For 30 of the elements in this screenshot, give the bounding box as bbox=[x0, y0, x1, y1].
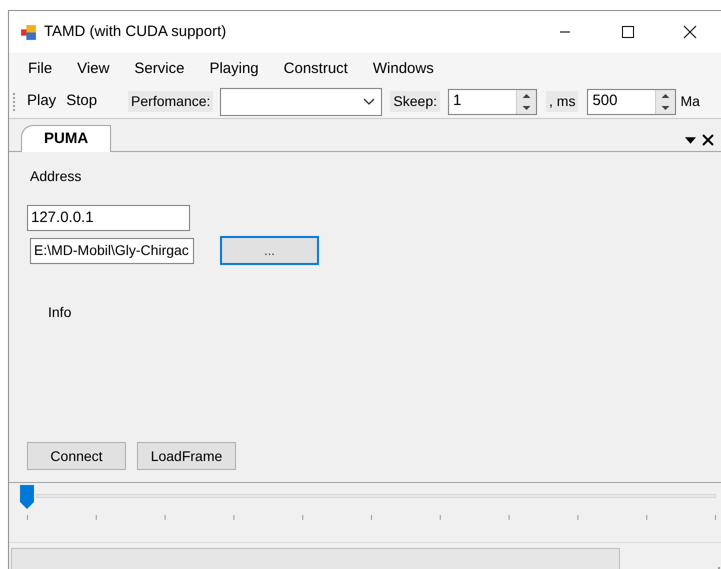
menu-item[interactable]: Windows bbox=[366, 58, 441, 80]
toolbar-button[interactable]: Stop bbox=[63, 90, 100, 113]
address-field[interactable]: 127.0.0.1 bbox=[27, 205, 190, 231]
app-icon bbox=[20, 24, 37, 40]
menu-item[interactable]: Service bbox=[127, 58, 192, 80]
menu-item[interactable]: Playing bbox=[202, 58, 266, 80]
menu-item[interactable]: Construct bbox=[276, 58, 355, 80]
skeep-spinner[interactable]: 1 bbox=[448, 88, 538, 114]
close-icon[interactable] bbox=[702, 134, 714, 146]
document-tab[interactable]: PUMA bbox=[21, 125, 112, 152]
info-label: Info bbox=[48, 303, 72, 322]
ms-label: , ms bbox=[546, 91, 578, 112]
address-label: Address bbox=[30, 167, 82, 186]
performance-label: Perfomance: bbox=[128, 91, 214, 112]
menu-item[interactable]: File bbox=[21, 58, 60, 80]
toolbar-grip-icon bbox=[13, 92, 16, 112]
toolbar-label: Ma bbox=[680, 92, 700, 111]
skeep-label: Skeep: bbox=[390, 91, 440, 112]
action-button[interactable]: LoadFrame bbox=[137, 442, 236, 470]
browse-button[interactable]: ... bbox=[220, 236, 319, 265]
performance-dropdown[interactable] bbox=[220, 88, 382, 116]
slider-thumb[interactable] bbox=[19, 484, 35, 510]
menu-item[interactable]: View bbox=[70, 58, 116, 80]
chevron-down-icon bbox=[363, 98, 376, 106]
window-title: TAMD (with CUDA support) bbox=[44, 22, 226, 42]
path-field[interactable]: E:\MD-Mobil\Gly-Chirgac bbox=[30, 238, 194, 264]
dropdown-arrow-icon[interactable] bbox=[685, 136, 696, 144]
action-button[interactable]: Connect bbox=[27, 442, 126, 470]
toolbar-button[interactable]: Play bbox=[24, 90, 60, 113]
ms-spinner[interactable]: 500 bbox=[587, 88, 676, 114]
